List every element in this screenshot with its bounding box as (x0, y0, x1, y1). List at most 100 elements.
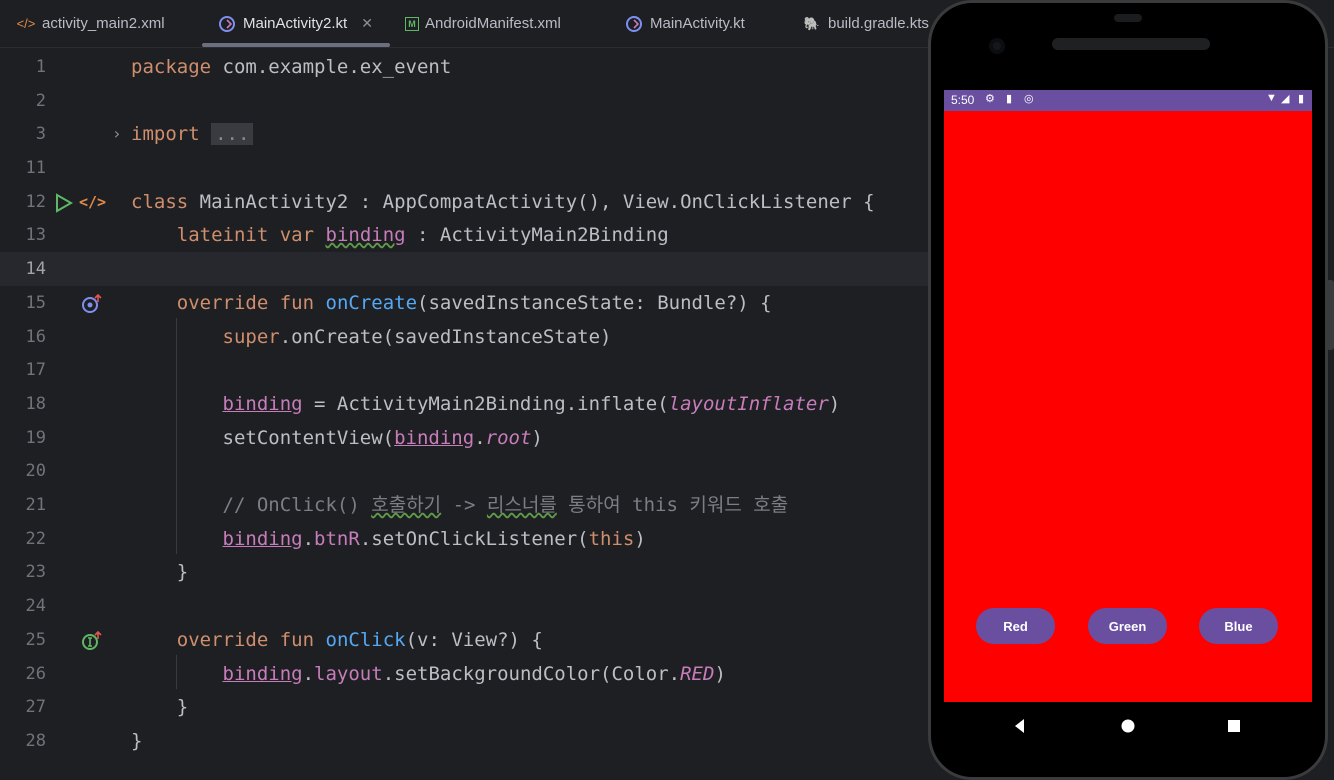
code-line[interactable]: 20 (0, 454, 930, 488)
tab-mainactivity-kt[interactable]: MainActivity.kt (624, 0, 745, 47)
back-icon[interactable] (1008, 714, 1032, 738)
recents-icon[interactable] (1222, 714, 1246, 738)
code-text: override fun onClick(v: View?) { (176, 629, 543, 651)
code-line[interactable]: 23 } (0, 555, 930, 589)
status-time: 5:50 (951, 93, 975, 107)
line-number: 21 (25, 495, 46, 515)
line-number: 12 (25, 192, 46, 212)
code-line[interactable]: 24 (0, 589, 930, 623)
close-icon[interactable]: ✕ (361, 15, 373, 32)
code-line[interactable]: 26 binding.layout.setBackgroundColor(Col… (0, 657, 930, 691)
code-line[interactable]: 2 (0, 84, 930, 118)
code-line[interactable]: 21 // OnClick() 호출하기 -> 리스너를 통하여 this 키워… (0, 488, 930, 522)
line-number: 22 (25, 529, 46, 549)
sync-icon: ◎ (1024, 93, 1034, 105)
battery-icon: ▮ (1298, 93, 1305, 105)
code-text: lateinit var binding : ActivityMain2Bind… (176, 224, 669, 246)
kotlin-file-icon (624, 14, 644, 34)
code-line[interactable]: 3 › import ... (0, 117, 930, 151)
code-line[interactable]: 17 (0, 353, 930, 387)
line-number: 20 (25, 461, 46, 481)
line-number: 1 (35, 57, 46, 77)
layout-xml-icon[interactable]: </> (79, 185, 106, 219)
line-number: 26 (25, 664, 46, 684)
code-line[interactable]: 1 package com.example.ex_event (0, 50, 930, 84)
code-text: binding.layout.setBackgroundColor(Color.… (222, 663, 726, 685)
code-line[interactable]: 11 (0, 151, 930, 185)
code-line[interactable]: 15 override fun onCreate(savedInstanceSt… (0, 286, 930, 320)
code-line[interactable]: 18 binding = ActivityMain2Binding.inflat… (0, 387, 930, 421)
override-method-icon[interactable] (81, 286, 103, 320)
code-line[interactable]: 12 </> class MainActivity2 : AppCompatAc… (0, 185, 930, 219)
code-line[interactable]: 27 } (0, 690, 930, 724)
code-text: setContentView(binding.root) (222, 427, 543, 449)
line-number: 18 (25, 394, 46, 414)
tab-mainactivity2-kt[interactable]: MainActivity2.kt ✕ (217, 0, 373, 47)
line-number: 2 (35, 91, 46, 111)
line-number: 25 (25, 630, 46, 650)
tab-label: AndroidManifest.xml (425, 15, 561, 32)
gradle-icon: 🐘 (803, 15, 821, 31)
code-text: class MainActivity2 : AppCompatActivity(… (131, 191, 875, 213)
active-tab-indicator (202, 43, 390, 47)
line-number: 23 (25, 562, 46, 582)
code-line[interactable]: 25 override fun onClick(v: View?) { (0, 623, 930, 657)
red-button[interactable]: Red (976, 608, 1055, 644)
code-line[interactable]: 28 } (0, 724, 930, 758)
line-number: 19 (25, 428, 46, 448)
line-number: 11 (25, 158, 46, 178)
phone-power-button[interactable] (1326, 280, 1334, 350)
front-camera-icon (989, 38, 1005, 54)
tab-label: activity_main2.xml (42, 15, 165, 32)
code-text: } (176, 696, 189, 718)
tab-build-gradle-kts[interactable]: 🐘 build.gradle.kts (802, 0, 929, 47)
kotlin-file-icon (217, 14, 237, 34)
implement-method-icon[interactable] (81, 623, 103, 657)
tab-label: MainActivity2.kt (243, 15, 348, 32)
phone-earpiece (1114, 14, 1142, 22)
line-number: 13 (25, 225, 46, 245)
code-line[interactable]: 22 binding.btnR.setOnClickListener(this) (0, 522, 930, 556)
home-icon[interactable] (1116, 714, 1140, 738)
wifi-icon: ▼ (1266, 92, 1277, 104)
current-line[interactable]: 14 (0, 252, 930, 286)
line-number: 16 (25, 327, 46, 347)
code-text: super.onCreate(savedInstanceState) (222, 326, 612, 348)
code-line[interactable]: 16 super.onCreate(savedInstanceState) (0, 320, 930, 354)
manifest-icon: M (405, 16, 419, 31)
line-number: 17 (25, 360, 46, 380)
line-number: 24 (25, 596, 46, 616)
line-number: 14 (25, 259, 46, 279)
tab-label: MainActivity.kt (650, 15, 745, 32)
code-text: binding.btnR.setOnClickListener(this) (222, 528, 646, 550)
code-line[interactable]: 13 lateinit var binding : ActivityMain2B… (0, 218, 930, 252)
folded-imports[interactable]: ... (211, 123, 254, 145)
android-nav-bar (944, 702, 1312, 750)
line-number: 3 (35, 124, 46, 144)
line-number: 15 (25, 293, 46, 313)
tab-androidmanifest-xml[interactable]: M AndroidManifest.xml (405, 0, 561, 47)
code-editor[interactable]: 1 package com.example.ex_event 2 3 › imp… (0, 48, 930, 767)
tab-label: build.gradle.kts (828, 15, 929, 32)
code-text: binding = ActivityMain2Binding.inflate(l… (222, 393, 841, 415)
code-text: } (131, 730, 143, 752)
fold-expand-icon[interactable]: › (112, 117, 122, 151)
android-status-bar: 5:50 ⚙ ▮ ◎ ▼ ◢ ▮ (944, 90, 1312, 111)
code-comment: // OnClick() 호출하기 -> 리스너를 통하여 this 키워드 호… (222, 494, 789, 516)
code-line[interactable]: 19 setContentView(binding.root) (0, 421, 930, 455)
settings-gear-icon: ⚙ (985, 93, 995, 105)
code-text: import ... (131, 117, 254, 151)
code-text: } (176, 561, 189, 583)
tab-activity-main2-xml[interactable]: </> activity_main2.xml (16, 0, 165, 47)
phone-speaker-grille (1052, 38, 1210, 50)
signal-icon: ◢ (1281, 93, 1290, 105)
blue-button[interactable]: Blue (1199, 608, 1278, 644)
xml-icon: </> (16, 16, 36, 31)
sd-card-icon: ▮ (1006, 93, 1013, 105)
line-number: 28 (25, 731, 46, 751)
code-text: package com.example.ex_event (131, 56, 452, 78)
code-text: override fun onCreate(savedInstanceState… (176, 292, 772, 314)
green-button[interactable]: Green (1088, 608, 1167, 644)
emulator-screen[interactable]: 5:50 ⚙ ▮ ◎ ▼ ◢ ▮ Red Green Blue (944, 90, 1312, 702)
run-icon[interactable] (53, 185, 74, 219)
